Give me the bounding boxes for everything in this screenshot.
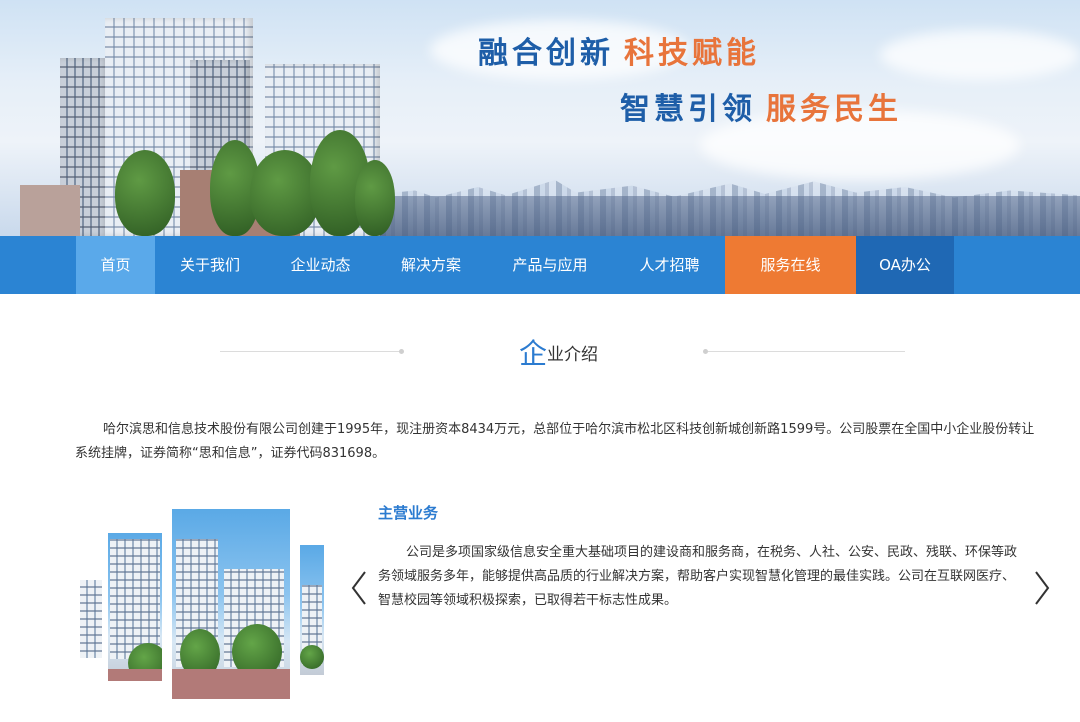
slogan-line-2-blue: 智慧引领 (620, 92, 756, 127)
nav-item-about[interactable]: 关于我们 (155, 236, 265, 294)
gallery-photo-right[interactable] (300, 545, 324, 675)
nav-item-oa[interactable]: OA办公 (856, 236, 954, 294)
business-title: 主营业务 (378, 504, 439, 522)
slogan-line-1-blue: 融合创新 (478, 36, 614, 71)
nav-item-news[interactable]: 企业动态 (265, 236, 376, 294)
hero-banner: 融合创新 科技赋能 智慧引领 服务民生 (0, 0, 1080, 236)
company-intro: 哈尔滨思和信息技术股份有限公司创建于1995年，现注册资本8434万元，总部位于… (75, 422, 1035, 461)
image-gallery[interactable] (80, 505, 330, 700)
gallery-photo-center[interactable] (172, 509, 290, 699)
gallery-photo-left[interactable] (108, 533, 162, 681)
section-title-rest: 业介绍 (547, 345, 599, 365)
nav-item-products[interactable]: 产品与应用 (486, 236, 614, 294)
slogan-line-2-orange: 服务民生 (766, 92, 902, 127)
prev-arrow-button[interactable] (347, 568, 373, 608)
nav-item-solutions[interactable]: 解决方案 (376, 236, 486, 294)
section-heading: 企业介绍 (0, 330, 1080, 380)
nav-item-home[interactable]: 首页 (76, 236, 155, 294)
business-text: 公司是多项国家级信息安全重大基础项目的建设商和服务商，在税务、人社、公安、民政、… (378, 545, 1018, 608)
next-arrow-button[interactable] (1028, 568, 1054, 608)
gallery-photo-far-left[interactable] (80, 580, 102, 658)
chevron-right-icon (1035, 571, 1050, 605)
nav-item-service-online[interactable]: 服务在线 (725, 236, 856, 294)
slogan-line-2: 智慧引领 服务民生 (620, 84, 902, 128)
section-title-first-char: 企 (519, 337, 548, 370)
slogan-line-1-orange: 科技赋能 (624, 36, 760, 71)
nav-item-careers[interactable]: 人才招聘 (614, 236, 725, 294)
chevron-left-icon (351, 571, 366, 605)
main-nav: 首页 关于我们 企业动态 解决方案 产品与应用 人才招聘 服务在线 OA办公 (0, 236, 1080, 294)
slogan-line-1: 融合创新 科技赋能 (478, 28, 760, 72)
